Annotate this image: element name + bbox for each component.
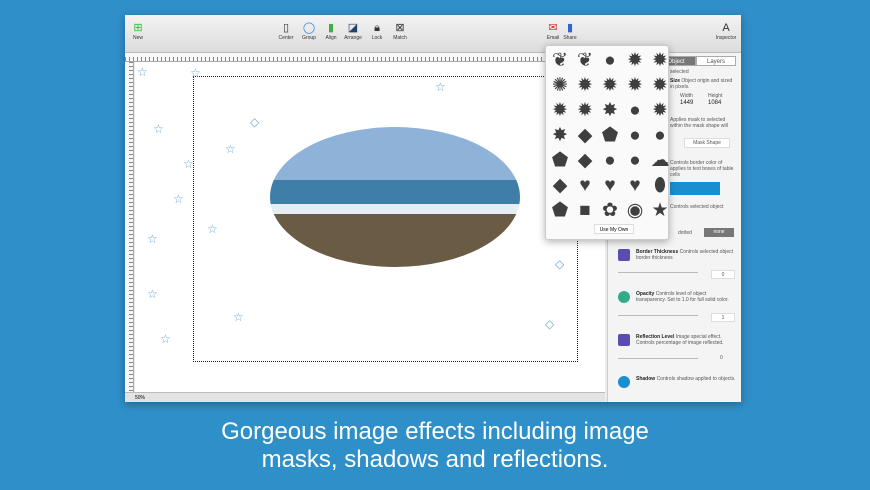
mask-shape-option[interactable]: ✹: [623, 74, 647, 98]
star-decoration: ◇: [545, 317, 555, 331]
mask-shape-option[interactable]: ●: [598, 49, 622, 73]
border-thickness-field[interactable]: 0: [711, 270, 735, 279]
mask-shape-option[interactable]: ✹: [548, 99, 572, 123]
tab-layers[interactable]: Layers: [696, 56, 736, 66]
mask-shape-option[interactable]: ✹: [573, 99, 597, 123]
mask-shape-option[interactable]: ✸: [598, 99, 622, 123]
mask-shape-option[interactable]: ❦: [573, 49, 597, 73]
mask-shape-option[interactable]: ⬟: [598, 124, 622, 148]
mask-shape-option[interactable]: ✹: [598, 74, 622, 98]
mask-shape-option[interactable]: ❦: [548, 49, 572, 73]
match-button[interactable]: ⊠ Match: [387, 21, 413, 41]
height-value[interactable]: 1084: [708, 100, 721, 106]
border-style-desc: Controls selected object: [670, 204, 724, 210]
arrange-icon: ◪: [347, 22, 359, 34]
opacity-field[interactable]: 1: [711, 313, 735, 322]
new-button[interactable]: ⊞ New: [125, 21, 151, 41]
mask-shape-option[interactable]: ✹: [623, 49, 647, 73]
mask-shape-option[interactable]: ✹: [573, 74, 597, 98]
mask-shape-option[interactable]: ⬮: [648, 174, 672, 198]
size-desc: Object origin and sized in pixels.: [670, 78, 733, 90]
opacity-icon: [618, 291, 630, 303]
mask-shape-option[interactable]: ◆: [548, 174, 572, 198]
star-decoration: ☆: [153, 122, 164, 136]
mask-shape-button[interactable]: Mask Shape: [684, 138, 730, 148]
star-decoration: ☆: [190, 66, 201, 80]
use-my-own-button[interactable]: Use My Own: [594, 224, 634, 234]
reflection-slider[interactable]: [618, 358, 698, 359]
mask-shape-option[interactable]: ●: [648, 124, 672, 148]
star-decoration: ☆: [173, 192, 184, 206]
mask-shape-option[interactable]: ●: [623, 149, 647, 173]
inspector-icon: A: [722, 22, 730, 34]
mask-shape-option[interactable]: ■: [573, 199, 597, 223]
mask-shape-option[interactable]: ✿: [598, 199, 622, 223]
height-label: Height: [708, 93, 723, 99]
caption-line-2: masks, shadows and reflections.: [261, 446, 609, 473]
star-decoration: ◇: [555, 257, 565, 271]
border-style-none[interactable]: none: [704, 228, 734, 237]
border-thickness-slider[interactable]: [618, 272, 698, 273]
opacity-slider[interactable]: [618, 315, 698, 316]
mask-shape-option[interactable]: ✹: [648, 49, 672, 73]
arrange-button[interactable]: ◪ Arrange: [340, 21, 366, 41]
mask-shape-option[interactable]: ⬟: [548, 199, 572, 223]
mask-shape-option[interactable]: ◉: [623, 199, 647, 223]
mask-shape-option[interactable]: ●: [623, 124, 647, 148]
mask-shape-option[interactable]: ●: [623, 99, 647, 123]
mask-shape-popover: ❦ ❦ ● ✹ ✹ ✺ ✹ ✹ ✹ ✹ ✹ ✹ ✸ ● ✹ ✸ ◆ ⬟ ● ● ⬟ ◆ ● ● ☁ ◆ ♥ ♥ ♥ ⬮ ⬟ ■ ✿ ◉ ★ Use …: [545, 45, 670, 240]
star-decoration: ☆: [137, 65, 148, 79]
mask-shape-option[interactable]: ★: [648, 199, 672, 223]
zoom-control[interactable]: 50%: [125, 392, 605, 402]
border-color-well[interactable]: [670, 182, 720, 195]
document-canvas[interactable]: ☆ ☆ ☆ ☆ ☆ ☆ ☆ ☆ ☆ ☆ ☆ ◇ ☆ ◇ ◇: [135, 62, 605, 392]
border-style-dotted[interactable]: dotted: [678, 230, 692, 236]
width-label: Width: [680, 93, 693, 99]
mask-shape-option[interactable]: ♥: [623, 174, 647, 198]
mask-shape-option[interactable]: ⬟: [548, 149, 572, 173]
mask-shape-option[interactable]: ◆: [573, 149, 597, 173]
border-thickness-icon: [618, 249, 630, 261]
vertical-ruler: [125, 62, 134, 392]
star-decoration: ☆: [435, 80, 446, 94]
star-decoration: ☆: [233, 310, 244, 324]
share-button[interactable]: ▮ Share: [557, 21, 583, 41]
star-decoration: ☆: [207, 222, 218, 236]
star-decoration: ☆: [160, 332, 171, 346]
horizontal-ruler: [125, 53, 605, 62]
selected-label: selected: [670, 69, 689, 75]
mask-shape-option[interactable]: ◆: [573, 124, 597, 148]
plus-icon: ⊞: [133, 22, 143, 34]
caption-line-1: Gorgeous image effects including image: [221, 418, 649, 445]
share-icon: ▮: [566, 22, 574, 34]
star-decoration: ◇: [250, 115, 260, 129]
mask-shape-option[interactable]: ♥: [573, 174, 597, 198]
mask-shape-option[interactable]: ✹: [648, 74, 672, 98]
mask-shape-option[interactable]: ☁: [648, 149, 672, 173]
shape-grid: ❦ ❦ ● ✹ ✹ ✺ ✹ ✹ ✹ ✹ ✹ ✹ ✸ ● ✹ ✸ ◆ ⬟ ● ● ⬟ ◆ ● ● ☁ ◆ ♥ ♥ ♥ ⬮ ⬟ ■ ✿ ◉ ★: [546, 46, 670, 226]
shadow-title: Shadow: [636, 376, 656, 382]
match-icon: ⊠: [395, 22, 405, 34]
star-decoration: ☆: [225, 142, 236, 156]
mask-shape-option[interactable]: ●: [598, 149, 622, 173]
mask-shape-option[interactable]: ✺: [548, 74, 572, 98]
mask-shape-option[interactable]: ♥: [598, 174, 622, 198]
reflection-value[interactable]: 0: [720, 355, 723, 361]
shadow-desc: Controls shadow applied to objects.: [656, 376, 736, 382]
reflection-icon: [618, 334, 630, 346]
star-decoration: ☆: [147, 287, 158, 301]
width-value[interactable]: 1449: [680, 100, 693, 106]
shadow-icon: [618, 376, 630, 388]
mask-shape-option[interactable]: ✹: [648, 99, 672, 123]
border-color-desc: Controls border color of applies to text…: [670, 160, 734, 178]
mask-desc: Applies mask to selected within the mask…: [670, 117, 728, 129]
star-decoration: ☆: [147, 232, 158, 246]
mask-shape-option[interactable]: ✸: [548, 124, 572, 148]
inspector-button[interactable]: A Inspector: [713, 21, 739, 41]
star-decoration: ☆: [183, 157, 194, 171]
